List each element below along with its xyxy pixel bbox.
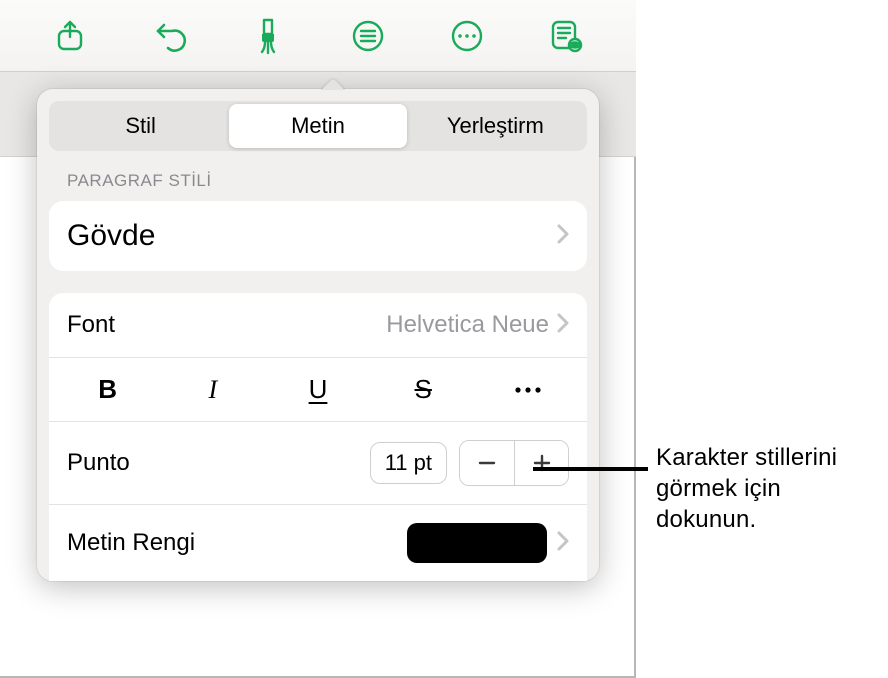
underline-button[interactable]: U	[265, 361, 370, 419]
popover-arrow	[321, 78, 345, 90]
tab-style[interactable]: Stil	[52, 104, 229, 148]
more-icon[interactable]	[444, 13, 490, 59]
text-color-label: Metin Rengi	[67, 529, 195, 557]
paragraph-style-card: Gövde	[49, 201, 587, 271]
font-value: Helvetica Neue	[386, 311, 549, 339]
tab-layout[interactable]: Yerleştirm	[407, 104, 584, 148]
reading-mode-icon[interactable]	[543, 13, 589, 59]
text-style-row: B I U S	[49, 357, 587, 421]
text-color-row[interactable]: Metin Rengi	[49, 504, 587, 581]
format-popover: Stil Metin Yerleştirm PARAGRAF STİLİ Göv…	[37, 89, 599, 581]
chevron-right-icon	[557, 313, 569, 338]
format-brush-icon[interactable]	[245, 13, 291, 59]
size-value[interactable]: 11 pt	[370, 442, 447, 484]
bold-button[interactable]: B	[55, 361, 160, 419]
section-label-paragraph-style: PARAGRAF STİLİ	[67, 171, 587, 191]
callout-text: Karakter stillerini görmek için dokunun.	[656, 442, 888, 536]
callout-leader-line	[533, 467, 648, 471]
paragraph-style-row[interactable]: Gövde	[49, 201, 587, 271]
undo-icon[interactable]	[146, 13, 192, 59]
italic-button[interactable]: I	[160, 361, 265, 419]
font-label: Font	[67, 311, 115, 339]
size-row: Punto 11 pt	[49, 421, 587, 504]
strikethrough-button[interactable]: S	[371, 361, 476, 419]
chevron-right-icon	[557, 224, 569, 249]
segmented-tabs: Stil Metin Yerleştirm	[49, 101, 587, 151]
list-icon[interactable]	[345, 13, 391, 59]
size-decrease-button[interactable]	[460, 441, 514, 485]
font-row[interactable]: Font Helvetica Neue	[49, 293, 587, 357]
font-card: Font Helvetica Neue B I U S Punto 11 pt	[49, 293, 587, 581]
size-label: Punto	[67, 449, 130, 477]
top-toolbar	[0, 0, 636, 72]
text-color-swatch[interactable]	[407, 523, 547, 563]
tab-text[interactable]: Metin	[229, 104, 406, 148]
share-icon[interactable]	[47, 13, 93, 59]
size-increase-button[interactable]	[514, 441, 568, 485]
size-stepper	[459, 440, 569, 486]
paragraph-style-value: Gövde	[67, 219, 557, 253]
chevron-right-icon	[557, 531, 569, 556]
character-styles-more-button[interactable]	[476, 361, 581, 419]
